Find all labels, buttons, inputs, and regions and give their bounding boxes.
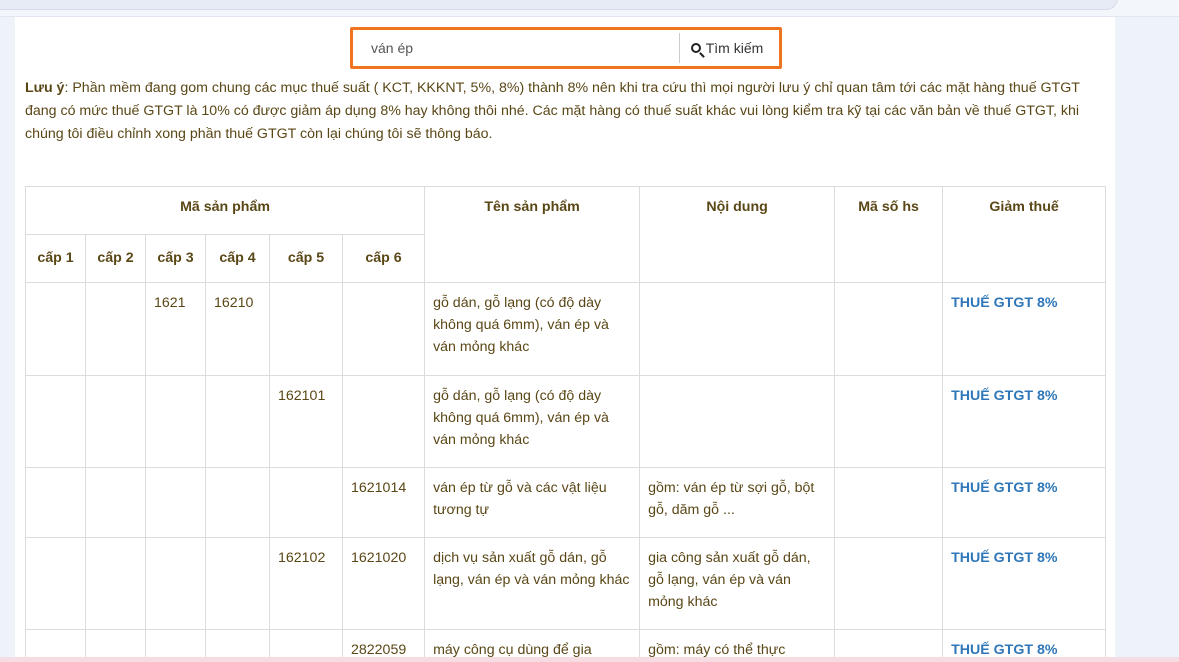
- cell-level-1: [25, 467, 86, 538]
- cell-level-5: [269, 282, 343, 376]
- cell-tax-reduction[interactable]: THUẾ GTGT 8%: [942, 537, 1107, 630]
- header-level-1: cấp 1: [25, 234, 86, 283]
- cell-product-name: gỗ dán, gỗ lạng (có độ dày không quá 6mm…: [424, 282, 641, 376]
- search-form: Tìm kiếm: [350, 27, 782, 69]
- cell-level-6: 1621014: [341, 467, 426, 538]
- cell-level-6: 1621020: [341, 537, 426, 630]
- search-button-label: Tìm kiếm: [705, 40, 764, 56]
- cell-product-name: ván ép từ gỗ và các vật liệu tương tự: [424, 467, 641, 538]
- notice-label: Lưu ý: [25, 80, 65, 96]
- cell-level-1: [25, 537, 86, 630]
- header-level-2: cấp 2: [85, 234, 146, 283]
- cell-hs-code: [834, 467, 944, 538]
- notice-body: : Phần mềm đang gom chung các mục thuế s…: [25, 80, 1080, 142]
- search-icon: [690, 43, 701, 53]
- cell-level-3: [145, 467, 206, 538]
- cell-content: gia công sản xuất gỗ dán, gỗ lạng, ván é…: [639, 537, 836, 630]
- cell-product-name: dịch vụ sản xuất gỗ dán, gỗ lạng, ván ép…: [424, 537, 641, 630]
- cell-level-3: 1621: [145, 282, 206, 376]
- browser-top-bar: ⌃: [0, 0, 1179, 17]
- header-tax-reduction: Giảm thuế: [942, 186, 1107, 283]
- table-row: 162101 gỗ dán, gỗ lạng (có độ dày không …: [25, 375, 1107, 468]
- cell-level-3: [145, 537, 206, 630]
- cell-level-1: [25, 375, 86, 468]
- scroll-up-icon[interactable]: ⌃: [1163, 0, 1171, 7]
- search-button[interactable]: Tìm kiếm: [679, 33, 774, 63]
- cell-product-name: gỗ dán, gỗ lạng (có độ dày không quá 6mm…: [424, 375, 641, 468]
- address-bar[interactable]: [0, 0, 1118, 10]
- table-row: 1621014 ván ép từ gỗ và các vật liệu tươ…: [25, 467, 1107, 538]
- cell-level-6: [341, 375, 426, 468]
- cell-level-2: [85, 282, 146, 376]
- cell-hs-code: [834, 537, 944, 630]
- cell-level-6: [341, 282, 426, 376]
- cell-level-5: [269, 467, 343, 538]
- table-row: 162102 1621020 dịch vụ sản xuất gỗ dán, …: [25, 537, 1107, 630]
- table-row: 1621 16210 gỗ dán, gỗ lạng (có độ dày kh…: [25, 282, 1107, 376]
- cell-level-4: [205, 375, 270, 468]
- cell-level-4: [205, 467, 270, 538]
- header-level-4: cấp 4: [205, 234, 270, 283]
- cell-level-2: [85, 467, 146, 538]
- cell-tax-reduction[interactable]: THUẾ GTGT 8%: [942, 467, 1107, 538]
- cell-hs-code: [834, 282, 944, 376]
- cell-tax-reduction[interactable]: THUẾ GTGT 8%: [942, 375, 1107, 468]
- cell-level-5: 162101: [269, 375, 343, 468]
- header-level-5: cấp 5: [269, 234, 343, 283]
- notice-text: Lưu ý: Phần mềm đang gom chung các mục t…: [25, 77, 1100, 146]
- header-level-3: cấp 3: [145, 234, 206, 283]
- cell-level-2: [85, 537, 146, 630]
- cell-content: gồm: ván ép từ sợi gỗ, bột gỗ, dăm gỗ ..…: [639, 467, 836, 538]
- header-product-name: Tên sản phẩm: [424, 186, 641, 283]
- header-content: Nội dung: [639, 186, 836, 283]
- content-panel: Tìm kiếm Lưu ý: Phần mềm đang gom chung …: [15, 17, 1115, 662]
- header-level-6: cấp 6: [341, 234, 426, 283]
- header-hs-code: Mã số hs: [834, 186, 944, 283]
- cell-level-4: [205, 537, 270, 630]
- cell-level-2: [85, 375, 146, 468]
- cell-level-1: [25, 282, 86, 376]
- cell-tax-reduction[interactable]: THUẾ GTGT 8%: [942, 282, 1107, 376]
- results-table: Mã sản phẩm Tên sản phẩm Nội dung Mã số …: [24, 186, 1107, 662]
- cell-content: [639, 375, 836, 468]
- cell-level-4: 16210: [205, 282, 270, 376]
- cell-content: [639, 282, 836, 376]
- header-product-code: Mã sản phẩm: [24, 186, 426, 235]
- cell-level-3: [145, 375, 206, 468]
- bottom-edge: [0, 657, 1179, 662]
- search-input[interactable]: [359, 33, 679, 63]
- cell-level-5: 162102: [269, 537, 343, 630]
- cell-hs-code: [834, 375, 944, 468]
